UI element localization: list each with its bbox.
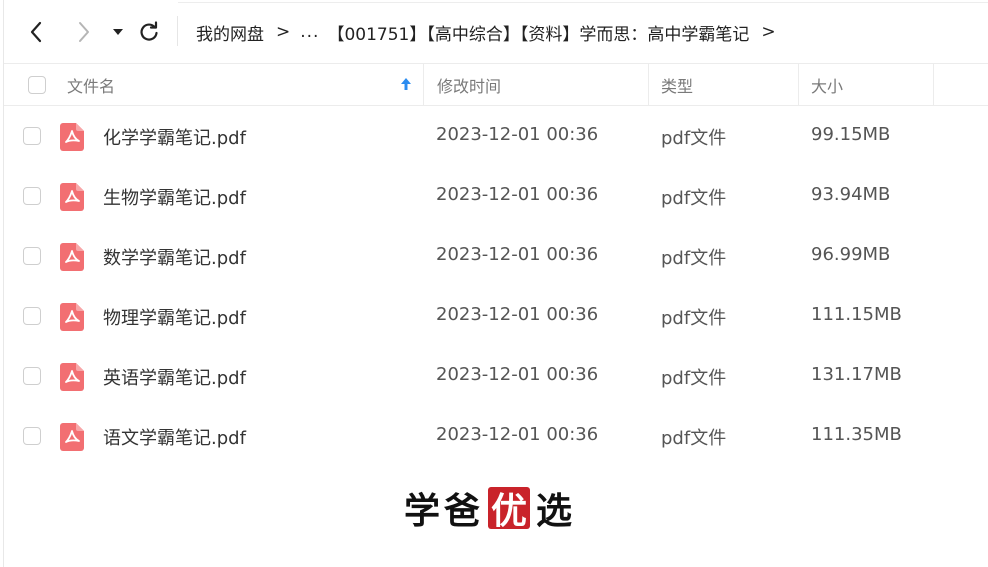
file-row[interactable]: 语文学霸笔记.pdf 2023-12-01 00:36 pdf文件 111.35… [4, 407, 988, 467]
file-size: 99.15MB [811, 124, 891, 145]
file-list: 化学学霸笔记.pdf 2023-12-01 00:36 pdf文件 99.15M… [4, 107, 988, 467]
column-header-type[interactable]: 类型 [648, 64, 798, 105]
history-dropdown-button[interactable] [108, 17, 128, 47]
file-size: 93.94MB [811, 184, 891, 205]
file-name[interactable]: 语文学霸笔记.pdf [103, 424, 246, 450]
file-modified-time: 2023-12-01 00:36 [436, 124, 599, 145]
column-size-label: 大小 [811, 76, 844, 96]
breadcrumb: 我的网盘 > ... 【001751】【高中综合】【资料】学而思：高中学霸笔记 … [196, 19, 786, 45]
file-row[interactable]: 生物学霸笔记.pdf 2023-12-01 00:36 pdf文件 93.94M… [4, 167, 988, 227]
column-header-size[interactable]: 大小 [798, 64, 934, 105]
file-name[interactable]: 生物学霸笔记.pdf [103, 184, 246, 210]
file-type: pdf文件 [661, 428, 727, 449]
watermark-logo: 学 爸 优 选 [404, 484, 576, 532]
breadcrumb-root[interactable]: 我的网盘 [196, 20, 264, 45]
file-name[interactable]: 数学学霸笔记.pdf [103, 244, 246, 270]
file-name[interactable]: 英语学霸笔记.pdf [103, 364, 246, 390]
file-modified-time: 2023-12-01 00:36 [436, 244, 599, 265]
file-modified-time: 2023-12-01 00:36 [436, 304, 599, 325]
file-row[interactable]: 物理学霸笔记.pdf 2023-12-01 00:36 pdf文件 111.15… [4, 287, 988, 347]
file-name[interactable]: 化学学霸笔记.pdf [103, 124, 246, 150]
file-row[interactable]: 数学学霸笔记.pdf 2023-12-01 00:36 pdf文件 96.99M… [4, 227, 988, 287]
pdf-file-icon [60, 363, 84, 391]
breadcrumb-ellipsis[interactable]: ... [300, 22, 319, 42]
refresh-icon [140, 21, 158, 41]
file-row[interactable]: 英语学霸笔记.pdf 2023-12-01 00:36 pdf文件 131.17… [4, 347, 988, 407]
caret-down-icon [113, 29, 123, 35]
watermark-char: 爸 [444, 490, 481, 532]
back-button[interactable] [22, 17, 50, 47]
file-manager-window: 我的网盘 > ... 【001751】【高中综合】【资料】学而思：高中学霸笔记 … [0, 0, 988, 567]
row-checkbox[interactable] [23, 427, 41, 445]
file-name[interactable]: 物理学霸笔记.pdf [103, 304, 246, 330]
chevron-right-icon [79, 22, 89, 42]
file-modified-time: 2023-12-01 00:36 [436, 364, 599, 385]
row-checkbox[interactable] [23, 307, 41, 325]
row-checkbox[interactable] [23, 367, 41, 385]
refresh-button[interactable] [136, 17, 162, 47]
file-row[interactable]: 化学学霸笔记.pdf 2023-12-01 00:36 pdf文件 99.15M… [4, 107, 988, 167]
column-type-label: 类型 [661, 76, 694, 96]
watermark-char: 选 [536, 490, 573, 532]
file-type: pdf文件 [661, 248, 727, 269]
pdf-file-icon [60, 183, 84, 211]
column-header-name[interactable]: 文件名 [67, 64, 422, 105]
breadcrumb-separator: > [276, 22, 291, 42]
file-list-header: 文件名 修改时间 类型 大小 [4, 63, 988, 106]
breadcrumb-trailing-separator[interactable]: > [761, 22, 775, 42]
column-time-label: 修改时间 [437, 76, 502, 96]
column-name-label: 文件名 [67, 76, 116, 96]
column-header-time[interactable]: 修改时间 [423, 64, 648, 105]
file-type: pdf文件 [661, 308, 727, 329]
row-checkbox[interactable] [23, 247, 41, 265]
file-size: 131.17MB [811, 364, 902, 385]
pdf-file-icon [60, 243, 84, 271]
pdf-file-icon [60, 303, 84, 331]
pdf-file-icon [60, 123, 84, 151]
toolbar-divider [177, 16, 178, 46]
pdf-file-icon [60, 423, 84, 451]
file-size: 111.35MB [811, 424, 902, 445]
chevron-left-icon [30, 21, 42, 43]
file-type: pdf文件 [661, 368, 727, 389]
watermark-seal: 优 [488, 487, 531, 532]
file-type: pdf文件 [661, 188, 727, 209]
select-all-checkbox[interactable] [28, 75, 46, 94]
arrow-up-icon[interactable] [400, 76, 412, 92]
navigation-toolbar: 我的网盘 > ... 【001751】【高中综合】【资料】学而思：高中学霸笔记 … [0, 0, 988, 63]
file-size: 111.15MB [811, 304, 902, 325]
row-checkbox[interactable] [23, 187, 41, 205]
breadcrumb-current-folder[interactable]: 【001751】【高中综合】【资料】学而思：高中学霸笔记 [327, 20, 749, 45]
file-modified-time: 2023-12-01 00:36 [436, 424, 599, 445]
watermark-char: 学 [404, 490, 441, 532]
file-modified-time: 2023-12-01 00:36 [436, 184, 599, 205]
file-size: 96.99MB [811, 244, 891, 265]
file-type: pdf文件 [661, 128, 727, 149]
forward-button[interactable] [70, 17, 98, 47]
select-all-cell [28, 64, 46, 105]
row-checkbox[interactable] [23, 127, 41, 145]
